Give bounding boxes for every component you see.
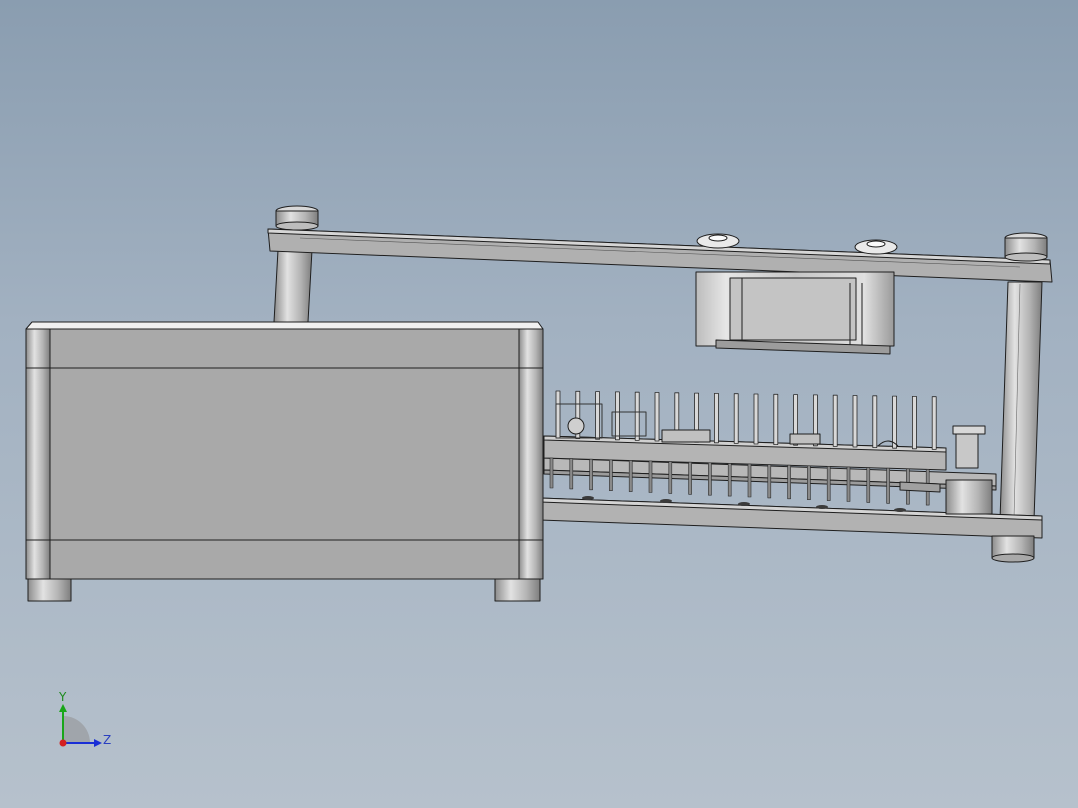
z-axis-label: Z [103, 733, 111, 747]
header-pin [714, 392, 719, 444]
standoff-top-right-cap[interactable] [1004, 232, 1048, 262]
header-pin [733, 393, 739, 444]
header-pin [555, 390, 561, 439]
header-pin [753, 393, 759, 445]
header-pin-lead [807, 465, 811, 500]
x-axis-dot [59, 739, 67, 747]
header-pin-lead [826, 466, 831, 501]
header-pin-lead [787, 464, 791, 500]
header-pin [931, 396, 937, 450]
header-pin [773, 393, 779, 445]
header-pin [634, 391, 640, 441]
enclosure-box[interactable] [25, 321, 544, 580]
header-pin [912, 395, 917, 450]
header-pin-lead [628, 460, 633, 492]
z-axis-arrow [94, 739, 102, 747]
enclosure-foot-right[interactable] [494, 578, 541, 602]
header-pin-lead [549, 457, 554, 489]
header-pin-lead [589, 458, 593, 491]
header-pin-lead [648, 460, 653, 493]
cooling-fan[interactable] [695, 271, 895, 355]
header-pin [595, 391, 600, 440]
header-pin-lead [886, 467, 890, 504]
header-pin-lead [747, 463, 752, 498]
top-acrylic-plate[interactable] [267, 228, 1053, 283]
enclosure-foot-left[interactable] [27, 578, 72, 602]
header-pin-lead [866, 467, 871, 503]
y-axis-arrow [59, 704, 67, 712]
header-pin-lead [767, 464, 772, 499]
header-pin-lead [668, 461, 673, 494]
standoff-bottom-right-foot[interactable] [991, 535, 1035, 563]
cad-model-view[interactable]: Y Z [0, 0, 1078, 808]
header-pin-lead [846, 466, 851, 502]
triad-quadrant [63, 716, 90, 743]
header-pin-lead [708, 462, 712, 496]
header-pin [615, 391, 620, 441]
header-pin [892, 395, 897, 449]
y-axis-label: Y [58, 690, 67, 704]
header-pin-lead [609, 459, 613, 491]
standoff-right[interactable] [999, 281, 1043, 521]
top-plate-screw-1[interactable] [696, 233, 740, 249]
header-pin-lead [688, 461, 692, 495]
header-pin [852, 395, 858, 448]
header-pin [872, 395, 878, 448]
header-pin-lead [569, 458, 574, 490]
header-pin [654, 392, 660, 442]
header-pin-lead [727, 463, 732, 497]
standoff-top-left[interactable] [273, 205, 319, 323]
header-pin [832, 394, 838, 447]
graphics-viewport[interactable]: Y Z [0, 0, 1078, 808]
top-plate-screw-2[interactable] [854, 239, 898, 255]
coordinate-triad: Y Z [58, 690, 111, 747]
